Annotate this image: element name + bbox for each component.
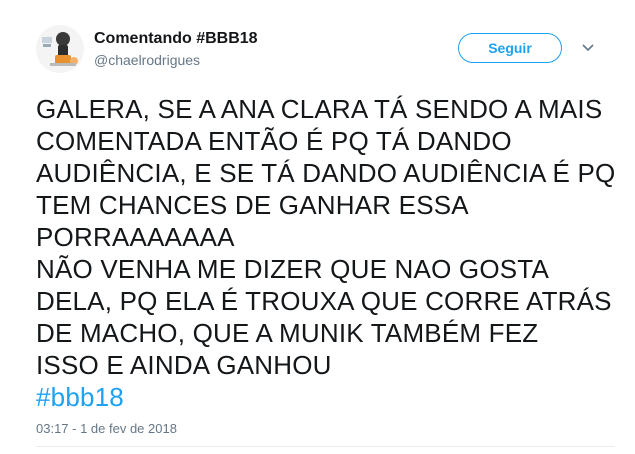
divider — [36, 446, 615, 447]
display-name[interactable]: Comentando #BBB18 — [94, 30, 258, 48]
tweet-timestamp[interactable]: 03:17 - 1 de fev de 2018 — [36, 421, 177, 436]
tweet-text-line: PORRAAAAAAA — [36, 222, 235, 252]
user-handle[interactable]: @chaelrodrigues — [94, 52, 200, 68]
tweet-text-line: TEM CHANCES DE GANHAR ESSA — [36, 190, 469, 220]
tweet-text-line: AUDIÊNCIA, E SE TÁ DANDO AUDIÊNCIA É PQ — [36, 158, 616, 188]
tweet-text-line: ISSO E AINDA GANHOU — [36, 350, 332, 380]
cartoon-avatar-icon — [36, 25, 84, 73]
follow-button[interactable]: Seguir — [458, 33, 562, 63]
tweet-text-line: NÃO VENHA ME DIZER QUE NAO GOSTA — [36, 254, 549, 284]
chevron-down-icon[interactable] — [580, 40, 596, 56]
avatar[interactable] — [36, 25, 84, 73]
tweet-text-line: DELA, PQ ELA É TROUXA QUE CORRE ATRÁS — [36, 286, 612, 316]
tweet-text: GALERA, SE A ANA CLARA TÁ SENDO A MAIS C… — [36, 93, 616, 413]
tweet-text-line: COMENTADA ENTÃO É PQ TÁ DANDO — [36, 126, 512, 156]
tweet-card: Comentando #BBB18 @chaelrodrigues Seguir… — [0, 0, 635, 454]
hashtag-link[interactable]: #bbb18 — [36, 381, 616, 413]
tweet-text-line: DE MACHO, QUE A MUNIK TAMBÉM FEZ — [36, 318, 539, 348]
tweet-text-line: GALERA, SE A ANA CLARA TÁ SENDO A MAIS — [36, 94, 603, 124]
